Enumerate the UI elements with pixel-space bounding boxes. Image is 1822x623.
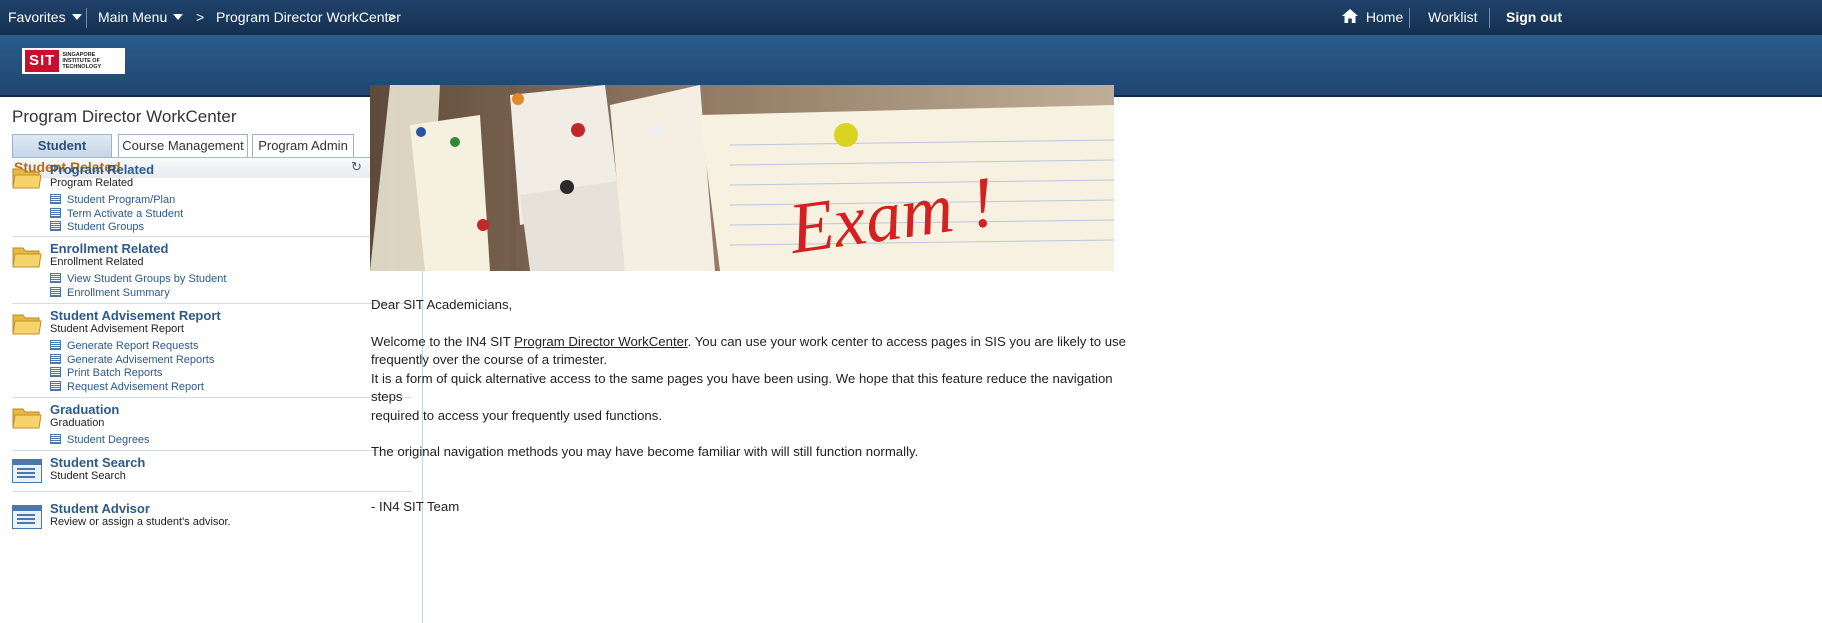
- welcome-message: Dear SIT Academicians, Welcome to the IN…: [371, 296, 1131, 516]
- link-request-advisement-report[interactable]: Request Advisement Report: [50, 380, 214, 395]
- main-menu[interactable]: Main Menu: [98, 0, 184, 35]
- link-label: Generate Advisement Reports: [67, 353, 215, 366]
- home-icon: [1342, 9, 1358, 23]
- link-view-student-groups[interactable]: View Student Groups by Student: [50, 273, 226, 287]
- breadcrumb-separator: >: [388, 9, 397, 25]
- link-label: Print Batch Reports: [67, 367, 163, 379]
- link-generate-report-requests[interactable]: Generate Report Requests: [50, 340, 214, 354]
- link-label: Student Program/Plan: [67, 194, 176, 206]
- logo-mark: SIT: [25, 50, 60, 72]
- list-icon: [50, 273, 61, 283]
- chevron-down-icon: [173, 14, 184, 20]
- link-label: Student Groups: [67, 221, 145, 233]
- link-label: Enrollment Summary: [67, 286, 170, 299]
- divider: [1409, 8, 1410, 28]
- main-menu-label: Main Menu: [98, 9, 168, 25]
- sit-logo: SIT SINGAPORE INSTITUTE OF TECHNOLOGY: [22, 48, 125, 74]
- worklist-link[interactable]: Worklist: [1428, 0, 1478, 35]
- page-icon: [12, 505, 42, 529]
- workcenter-sidebar: Program Director WorkCenter ⚙ « Student …: [0, 97, 423, 623]
- group-subtitle: Graduation: [50, 417, 105, 429]
- list-icon: [50, 367, 61, 377]
- group-title[interactable]: Enrollment Related: [50, 241, 168, 256]
- page-student-search[interactable]: Student Search Student Search: [12, 451, 412, 492]
- link-student-groups[interactable]: Student Groups: [50, 221, 183, 235]
- group-student-advisement-report: Student Advisement Report Student Advise…: [12, 304, 412, 398]
- chevron-down-icon: [71, 14, 82, 20]
- group-title[interactable]: Graduation: [50, 402, 119, 417]
- link-label: Generate Report Requests: [67, 340, 199, 352]
- signout-link[interactable]: Sign out: [1506, 0, 1562, 35]
- list-icon: [50, 353, 61, 364]
- top-nav-bar: Favorites Main Menu > Program Director W…: [0, 0, 1822, 35]
- link-list: Student Degrees: [50, 434, 150, 448]
- workcenter-tabs: Student Related Course Management Progra…: [12, 134, 412, 175]
- home-label: Home: [1365, 9, 1404, 25]
- page-title[interactable]: Student Advisor: [50, 501, 150, 516]
- breadcrumb-separator: >: [196, 9, 205, 25]
- paragraph-2-line-2: required to access your frequently used …: [371, 407, 663, 423]
- divider: [1489, 8, 1490, 28]
- tab-program-admin[interactable]: Program Admin: [252, 134, 354, 158]
- list-icon: [50, 286, 61, 297]
- folder-icon: [12, 408, 42, 429]
- workcenter-title: Program Director WorkCenter: [12, 107, 237, 126]
- link-label: Student Degrees: [67, 434, 150, 446]
- exam-banner-image: Exam !: [370, 85, 1114, 271]
- workcenter-link[interactable]: Program Director WorkCenter: [514, 334, 687, 349]
- list-icon: [50, 340, 61, 350]
- favorites-label: Favorites: [8, 9, 66, 25]
- page-subtitle: Student Search: [50, 470, 126, 482]
- logo-text: SINGAPORE INSTITUTE OF TECHNOLOGY: [62, 52, 102, 70]
- link-label: Request Advisement Report: [67, 380, 204, 393]
- group-graduation: Graduation Graduation Student Degrees: [12, 398, 412, 451]
- greeting: Dear SIT Academicians,: [371, 297, 513, 312]
- link-list: View Student Groups by Student Enrollmen…: [50, 273, 226, 300]
- folder-icon: [12, 168, 42, 189]
- text: . You can use your work center to access…: [687, 333, 1126, 349]
- group-subtitle: Program Related: [50, 177, 134, 189]
- link-list: Student Program/Plan Term Activate a Stu…: [50, 194, 183, 235]
- divider: [86, 8, 87, 28]
- link-generate-advisement-reports[interactable]: Generate Advisement Reports: [50, 353, 215, 368]
- list-icon: [50, 380, 61, 391]
- text: Welcome to the IN4 SIT: [371, 333, 515, 349]
- group-title[interactable]: Student Advisement Report: [50, 308, 221, 323]
- tab-student-related[interactable]: Student Related: [12, 134, 112, 175]
- link-student-degrees[interactable]: Student Degrees: [50, 434, 150, 448]
- page-subtitle: Review or assign a student's advisor.: [50, 516, 231, 528]
- group-enrollment-related: Enrollment Related Enrollment Related Vi…: [12, 237, 412, 304]
- list-icon: [50, 194, 61, 204]
- link-list: Generate Report Requests Generate Advise…: [50, 340, 214, 394]
- tab-course-management[interactable]: Course Management: [118, 134, 248, 158]
- list-icon: [50, 221, 61, 231]
- paragraph-2-line-1: It is a form of quick alternative access…: [371, 370, 1113, 405]
- link-label: Term Activate a Student: [67, 207, 184, 220]
- group-subtitle: Student Advisement Report: [50, 323, 184, 335]
- banner-illustration: Exam !: [370, 85, 1114, 271]
- home-link[interactable]: Home: [1342, 0, 1403, 35]
- page-student-advisor[interactable]: Student Advisor Review or assign a stude…: [12, 497, 412, 537]
- folder-icon: [12, 247, 42, 268]
- group-subtitle: Enrollment Related: [50, 256, 144, 268]
- page-icon: [12, 459, 42, 483]
- link-enrollment-summary[interactable]: Enrollment Summary: [50, 286, 226, 301]
- paragraph-1: Welcome to the IN4 SIT Program Director …: [371, 333, 1131, 352]
- link-term-activate-student[interactable]: Term Activate a Student: [50, 207, 184, 222]
- group-title[interactable]: Program Related: [50, 162, 154, 177]
- list-icon: [50, 207, 61, 218]
- link-label: View Student Groups by Student: [67, 273, 227, 285]
- breadcrumb[interactable]: Program Director WorkCenter: [216, 0, 401, 35]
- list-icon: [50, 434, 61, 444]
- link-print-batch-reports[interactable]: Print Batch Reports: [50, 367, 214, 381]
- paragraph-3: The original navigation methods you may …: [371, 444, 919, 459]
- favorites-menu[interactable]: Favorites: [8, 0, 82, 35]
- paragraph-1-line-2: frequently over the course of a trimeste…: [371, 352, 608, 367]
- link-student-program-plan[interactable]: Student Program/Plan: [50, 194, 183, 208]
- folder-icon: [12, 314, 42, 335]
- group-program-related: Program Related Program Related Student …: [12, 158, 412, 237]
- signoff: - IN4 SIT Team: [371, 498, 460, 514]
- page-title[interactable]: Student Search: [50, 455, 145, 470]
